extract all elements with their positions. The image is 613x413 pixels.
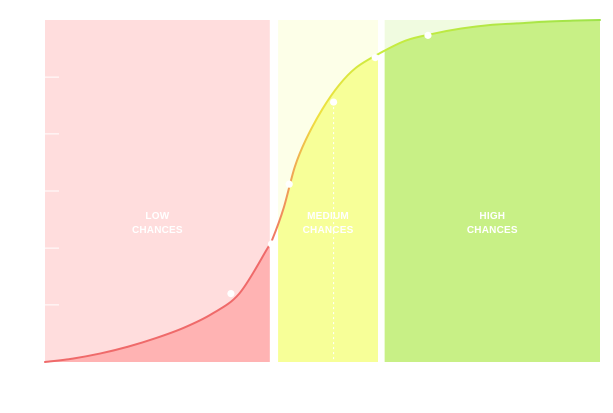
zone-high-label-line-2: CHANCES xyxy=(467,225,518,236)
zone-low-label-line-2: CHANCES xyxy=(132,225,183,236)
zone-low-label-line-1: LOW xyxy=(145,211,169,222)
zone-medium-label-line-1: MEDIUM xyxy=(307,211,349,222)
curve-marker-5 xyxy=(371,54,379,62)
chart-svg: LOW CHANCES MEDIUM CHANCES HIGH CHANCES xyxy=(44,19,601,363)
zone-high-label-line-1: HIGH xyxy=(479,211,505,222)
curve-marker-2 xyxy=(267,240,276,248)
zone-medium-label-line-2: CHANCES xyxy=(303,225,354,236)
curve-marker-1 xyxy=(227,290,235,298)
curve-marker-6 xyxy=(424,31,432,39)
curve-marker-3 xyxy=(285,180,293,188)
curve-marker-4 xyxy=(330,98,338,106)
chart: LOW CHANCES MEDIUM CHANCES HIGH CHANCES xyxy=(0,0,613,413)
